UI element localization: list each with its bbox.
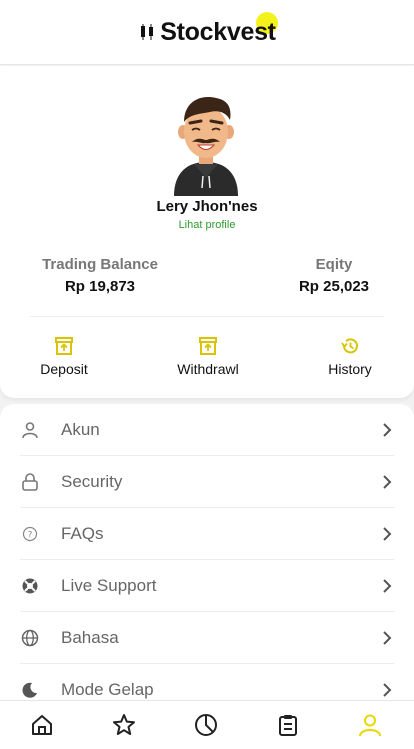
- settings-menu: Akun Security ? FAQs Live Support Bahasa…: [0, 404, 414, 706]
- chevron-right-icon: [383, 683, 392, 697]
- withdraw-button[interactable]: Withdrawl: [163, 336, 253, 377]
- quick-actions: Deposit Withdrawl History: [0, 336, 414, 382]
- clipboard-icon[interactable]: [275, 712, 301, 738]
- view-profile-link[interactable]: Lihat profile: [0, 219, 414, 231]
- user-icon: [20, 420, 40, 440]
- deposit-label: Deposit: [40, 361, 88, 377]
- equity-label: Eqity: [315, 256, 353, 273]
- lifebuoy-icon: [20, 576, 40, 596]
- equity-value: Rp 25,023: [298, 278, 370, 295]
- globe-icon: [20, 628, 40, 648]
- bottom-nav: [0, 700, 414, 749]
- menu-item-security[interactable]: Security: [20, 456, 394, 508]
- withdraw-box-icon: [199, 337, 217, 355]
- avatar: [174, 97, 238, 196]
- user-icon[interactable]: [357, 712, 383, 738]
- menu-label-akun: Akun: [61, 419, 100, 439]
- chevron-right-icon: [383, 475, 392, 489]
- app-root: Stockvest Lery Jhon'nes Lihat profile Tr…: [0, 0, 414, 749]
- chevron-right-icon: [383, 423, 392, 437]
- deposit-button[interactable]: Deposit: [19, 336, 109, 377]
- chevron-right-icon: [383, 579, 392, 593]
- user-name: Lery Jhon'nes: [156, 198, 258, 215]
- brand-logo: Stockvest: [138, 11, 278, 47]
- top-header: Stockvest: [0, 0, 414, 65]
- menu-label-security: Security: [61, 471, 123, 491]
- chevron-right-icon: [383, 527, 392, 541]
- deposit-box-icon: [55, 337, 73, 355]
- menu-item-live-support[interactable]: Live Support: [20, 560, 394, 612]
- menu-label-faqs: FAQs: [61, 523, 104, 543]
- home-icon[interactable]: [29, 712, 55, 738]
- chevron-right-icon: [383, 631, 392, 645]
- pie-chart-icon[interactable]: [193, 712, 219, 738]
- svg-text:?: ?: [28, 530, 33, 540]
- history-label: History: [328, 361, 372, 377]
- divider: [30, 316, 384, 317]
- equity: Eqity Rp 25,023: [294, 256, 374, 295]
- withdraw-label: Withdrawl: [177, 361, 239, 377]
- history-button[interactable]: History: [305, 336, 395, 377]
- menu-label-bahasa: Bahasa: [61, 627, 119, 647]
- history-icon: [341, 338, 358, 354]
- trading-balance: Trading Balance Rp 19,873: [40, 256, 160, 295]
- profile-card: Lery Jhon'nes Lihat profile Trading Bala…: [0, 66, 414, 398]
- star-icon[interactable]: [111, 712, 137, 738]
- moon-icon: [20, 680, 40, 700]
- trading-balance-label: Trading Balance: [42, 256, 158, 273]
- menu-label-mode-gelap: Mode Gelap: [61, 679, 154, 699]
- lock-icon: [20, 472, 40, 492]
- menu-item-bahasa[interactable]: Bahasa: [20, 612, 394, 664]
- menu-item-akun[interactable]: Akun: [20, 404, 394, 456]
- menu-item-faqs[interactable]: ? FAQs: [20, 508, 394, 560]
- brand-name: Stockvest: [160, 17, 276, 46]
- candlestick-icon: [141, 24, 154, 40]
- question-icon: ?: [20, 524, 40, 544]
- trading-balance-value: Rp 19,873: [64, 278, 136, 295]
- menu-label-live-support: Live Support: [61, 575, 157, 595]
